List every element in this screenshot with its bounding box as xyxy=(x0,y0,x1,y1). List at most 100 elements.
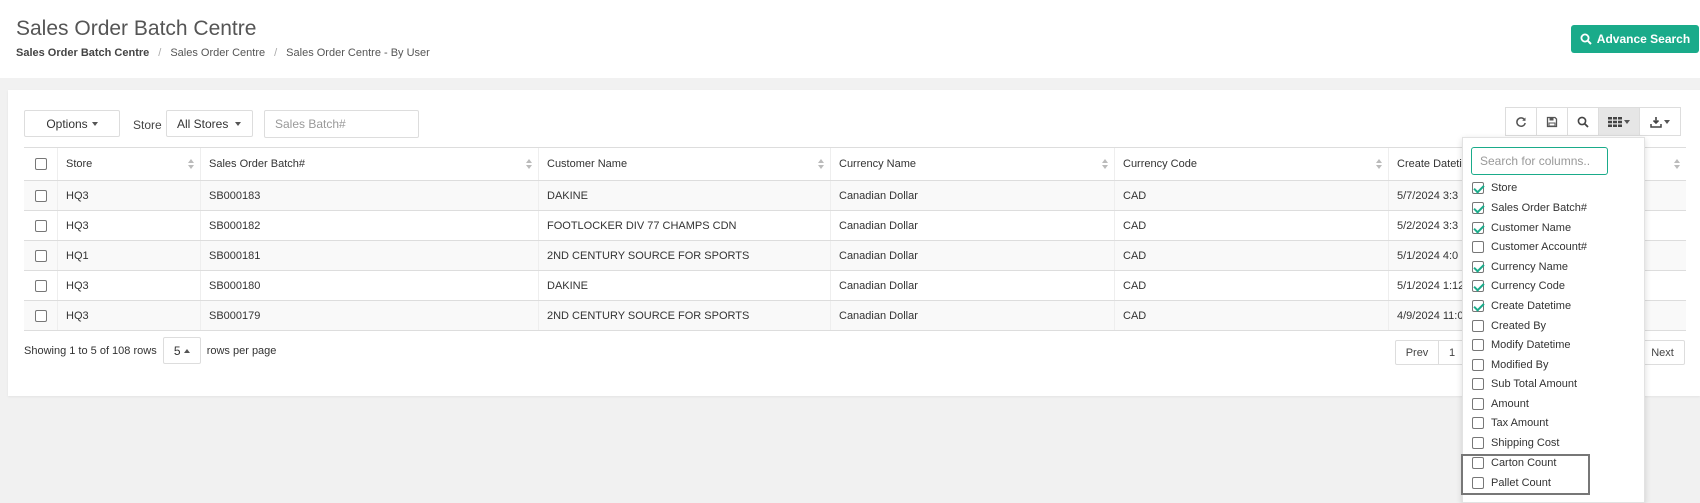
column-option-label: Customer Account# xyxy=(1491,241,1587,253)
page-size-dropdown[interactable]: 5 xyxy=(162,337,201,364)
caret-down-icon xyxy=(91,121,98,126)
refresh-button[interactable] xyxy=(1505,107,1537,136)
column-option[interactable]: Sub Total Amount xyxy=(1472,377,1577,391)
column-option[interactable]: Created By xyxy=(1472,319,1546,333)
export-button[interactable] xyxy=(1639,107,1681,136)
column-option-label: Customer Name xyxy=(1491,222,1572,234)
table-cell: Canadian Dollar xyxy=(830,181,1114,210)
table-cell: SB000181 xyxy=(200,241,538,270)
column-option-label: Shipping Cost xyxy=(1491,437,1560,449)
table-row[interactable]: HQ3 SB000182 FOOTLOCKER DIV 77 CHAMPS CD… xyxy=(24,211,1686,241)
column-option[interactable]: Modify Datetime xyxy=(1472,338,1570,352)
column-option-label: Currency Name xyxy=(1491,261,1569,273)
column-header[interactable]: Currency Code xyxy=(1114,148,1388,180)
column-header[interactable]: Store xyxy=(57,148,200,180)
column-header[interactable]: Currency Name xyxy=(830,148,1114,180)
row-checkbox[interactable] xyxy=(34,279,47,292)
column-option[interactable]: Currency Code xyxy=(1472,279,1565,293)
row-select-cell xyxy=(24,211,57,240)
table-row[interactable]: HQ1 SB000181 2ND CENTURY SOURCE FOR SPOR… xyxy=(24,241,1686,271)
sort-icon xyxy=(1376,159,1382,169)
column-checkbox[interactable] xyxy=(1472,280,1484,292)
table-row[interactable]: HQ3 SB000183 DAKINE Canadian Dollar CAD … xyxy=(24,181,1686,211)
breadcrumb-item[interactable]: Sales Order Centre xyxy=(170,47,265,59)
table-cell: DAKINE xyxy=(538,181,830,210)
column-option[interactable]: Store xyxy=(1472,181,1517,195)
row-select-cell xyxy=(24,271,57,300)
column-checkbox[interactable] xyxy=(1472,398,1484,410)
table-cell: Canadian Dollar xyxy=(830,241,1114,270)
table-cell: SB000180 xyxy=(200,271,538,300)
breadcrumb-item[interactable]: Sales Order Centre - By User xyxy=(286,47,430,59)
table-cell: HQ3 xyxy=(57,211,200,240)
toggle-search-button[interactable] xyxy=(1567,107,1599,136)
column-option[interactable]: Customer Account# xyxy=(1472,240,1587,254)
table-cell: CAD xyxy=(1114,211,1388,240)
column-option[interactable]: Tax Amount xyxy=(1472,416,1548,430)
row-checkbox[interactable] xyxy=(34,189,47,202)
column-checkbox[interactable] xyxy=(1472,417,1484,429)
table-cell: 2ND CENTURY SOURCE FOR SPORTS xyxy=(538,241,830,270)
store-select-value: All Stores xyxy=(177,116,229,131)
column-option[interactable]: Shipping Cost xyxy=(1472,436,1560,450)
prev-page-button[interactable]: Prev xyxy=(1395,340,1439,365)
sort-icon xyxy=(526,159,532,169)
export-icon xyxy=(1650,116,1662,128)
row-checkbox[interactable] xyxy=(34,309,47,322)
save-button[interactable] xyxy=(1536,107,1568,136)
page-size-value: 5 xyxy=(173,343,181,358)
column-checkbox[interactable] xyxy=(1472,261,1484,273)
column-option[interactable]: Modified By xyxy=(1472,358,1548,372)
store-select[interactable]: All Stores xyxy=(166,110,253,137)
columns-button[interactable] xyxy=(1598,107,1640,136)
row-select-cell xyxy=(24,181,57,210)
column-header[interactable]: Customer Name xyxy=(538,148,830,180)
search-icon xyxy=(1580,33,1592,45)
store-label: Store xyxy=(133,118,162,132)
column-checkbox[interactable] xyxy=(1472,320,1484,332)
data-table: Store Sales Order Batch# Customer Name C… xyxy=(24,147,1686,331)
next-page-button[interactable]: Next xyxy=(1640,340,1685,365)
column-checkbox[interactable] xyxy=(1472,182,1484,194)
column-option[interactable]: Amount xyxy=(1472,397,1529,411)
breadcrumb-separator: / xyxy=(274,47,278,59)
highlight-box xyxy=(1461,454,1590,495)
column-checkbox[interactable] xyxy=(1472,437,1484,449)
options-label: Options xyxy=(46,116,88,131)
column-checkbox[interactable] xyxy=(1472,378,1484,390)
table-cell: CAD xyxy=(1114,271,1388,300)
caret-down-icon xyxy=(235,121,241,126)
column-header-label: Sales Order Batch# xyxy=(209,158,305,170)
column-header[interactable]: Sales Order Batch# xyxy=(200,148,538,180)
column-checkbox[interactable] xyxy=(1472,202,1484,214)
table-row[interactable]: HQ3 SB000179 2ND CENTURY SOURCE FOR SPOR… xyxy=(24,301,1686,331)
breadcrumb-item[interactable]: Sales Order Batch Centre xyxy=(16,47,149,59)
table-cell: SB000182 xyxy=(200,211,538,240)
column-option[interactable]: Currency Name xyxy=(1472,260,1568,274)
table-row[interactable]: HQ3 SB000180 DAKINE Canadian Dollar CAD … xyxy=(24,271,1686,301)
advance-search-button[interactable]: Advance Search xyxy=(1571,25,1699,53)
options-dropdown[interactable]: Options xyxy=(24,110,120,137)
column-option[interactable]: Sales Order Batch# xyxy=(1472,201,1587,215)
row-checkbox[interactable] xyxy=(34,219,47,232)
sales-batch-input[interactable] xyxy=(264,110,419,138)
column-checkbox[interactable] xyxy=(1472,359,1484,371)
sort-icon xyxy=(1102,159,1108,169)
sort-icon xyxy=(188,159,194,169)
table-cell: Canadian Dollar xyxy=(830,211,1114,240)
table-cell: SB000183 xyxy=(200,181,538,210)
table-cell: CAD xyxy=(1114,181,1388,210)
column-option[interactable]: Create Datetime xyxy=(1472,299,1571,313)
column-checkbox[interactable] xyxy=(1472,222,1484,234)
caret-up-icon xyxy=(183,348,190,353)
table-cell: HQ3 xyxy=(57,271,200,300)
rows-per-page-text: rows per page xyxy=(206,344,277,357)
select-all-checkbox[interactable] xyxy=(34,158,47,170)
caret-down-icon xyxy=(1624,119,1630,124)
column-option[interactable]: Customer Name xyxy=(1472,221,1571,235)
column-checkbox[interactable] xyxy=(1472,241,1484,253)
column-checkbox[interactable] xyxy=(1472,300,1484,312)
row-checkbox[interactable] xyxy=(34,249,47,262)
column-search-input[interactable] xyxy=(1471,147,1608,175)
column-checkbox[interactable] xyxy=(1472,339,1484,351)
